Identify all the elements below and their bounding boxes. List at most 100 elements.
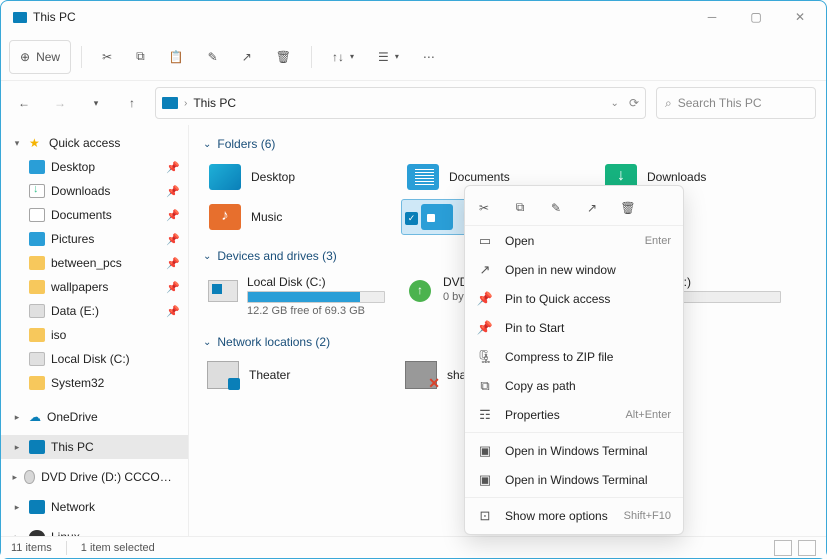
share-icon[interactable]: ↗ — [583, 199, 601, 217]
pin-icon: 📌 — [166, 305, 180, 318]
copy-button[interactable]: ⧉ — [126, 40, 155, 74]
label: Quick access — [49, 136, 120, 150]
pin-icon: 📌 — [166, 257, 180, 270]
delete-icon[interactable]: 🗑 — [619, 199, 637, 217]
sidebar-item-local-disk[interactable]: Local Disk (C:) — [1, 347, 188, 371]
sidebar-network[interactable]: ▸Network — [1, 495, 188, 519]
menu-copy-path[interactable]: ⧉Copy as path — [465, 371, 683, 400]
netloc-theater[interactable]: Theater — [203, 357, 389, 393]
forward-button[interactable]: → — [47, 90, 73, 116]
maximize-button[interactable]: ▢ — [734, 2, 778, 32]
folder-icon — [29, 256, 45, 270]
tab-label: This PC — [33, 10, 76, 24]
sidebar-item-desktop[interactable]: Desktop📌 — [1, 155, 188, 179]
sidebar-item-data-e[interactable]: Data (E:)📌 — [1, 299, 188, 323]
external-icon: ↗ — [477, 262, 493, 278]
refresh-button[interactable]: ⟳ — [629, 96, 639, 110]
music-icon — [209, 204, 241, 230]
rename-button[interactable]: ✎ — [198, 40, 228, 74]
star-icon: ★ — [29, 136, 43, 150]
address-bar[interactable]: › This PC ⌄ ⟳ — [155, 87, 646, 119]
menu-open-new-window[interactable]: ↗Open in new window — [465, 255, 683, 284]
plus-icon: ⊕ — [20, 50, 30, 64]
sidebar-quick-access[interactable]: ▾ ★ Quick access — [1, 131, 188, 155]
pin-icon: 📌 — [166, 161, 180, 174]
menu-more-options[interactable]: ⊡Show more optionsShift+F10 — [465, 501, 683, 530]
toolbar: ⊕ New ✂ ⧉ 📋 ✎ ↗ 🗑 ↑↓▾ ☰▾ ⋯ — [1, 33, 826, 81]
sidebar-item-wallpapers[interactable]: wallpapers📌 — [1, 275, 188, 299]
menu-pin-start[interactable]: 📌Pin to Start — [465, 313, 683, 342]
sidebar-item-downloads[interactable]: Downloads📌 — [1, 179, 188, 203]
chevron-right-icon: › — [184, 98, 187, 109]
desktop-icon — [29, 160, 45, 174]
paste-button[interactable]: 📋 — [159, 40, 194, 74]
cut-icon: ✂ — [102, 50, 112, 64]
menu-compress-zip[interactable]: 🗜Compress to ZIP file — [465, 342, 683, 371]
open-icon: ▭ — [477, 233, 493, 249]
folder-music[interactable]: Music — [203, 199, 389, 235]
minimize-button[interactable]: ─ — [690, 2, 734, 32]
chevron-right-icon[interactable]: ▸ — [11, 472, 18, 483]
new-button[interactable]: ⊕ New — [9, 40, 71, 74]
chevron-down-icon: ⌄ — [203, 139, 211, 150]
pin-icon: 📌 — [166, 281, 180, 294]
chevron-down-icon[interactable]: ▾ — [11, 138, 23, 149]
close-button[interactable]: ✕ — [778, 2, 822, 32]
drive-icon — [29, 352, 45, 366]
rename-icon: ✎ — [208, 50, 218, 64]
sidebar-item-iso[interactable]: iso — [1, 323, 188, 347]
capacity-bar — [247, 291, 385, 303]
delete-button[interactable]: 🗑 — [266, 40, 301, 74]
menu-properties[interactable]: ☶PropertiesAlt+Enter — [465, 400, 683, 429]
dvd-icon — [409, 280, 431, 302]
window-tab[interactable]: This PC — [5, 6, 84, 28]
sort-button[interactable]: ↑↓▾ — [322, 40, 364, 74]
chevron-down-icon: ⌄ — [203, 337, 211, 348]
drive-local-c[interactable]: Local Disk (C:) 12.2 GB free of 69.3 GB — [203, 271, 389, 321]
more-button[interactable]: ⋯ — [413, 40, 445, 74]
checkbox-icon[interactable]: ✓ — [405, 212, 418, 225]
cut-button[interactable]: ✂ — [92, 40, 122, 74]
more-options-icon: ⊡ — [477, 508, 493, 524]
share-button[interactable]: ↗ — [232, 40, 262, 74]
chevron-down-icon[interactable]: ⌄ — [611, 98, 619, 109]
icons-view-button[interactable] — [798, 540, 816, 556]
sidebar-item-between-pcs[interactable]: between_pcs📌 — [1, 251, 188, 275]
copy-path-icon: ⧉ — [477, 378, 493, 394]
chevron-right-icon[interactable]: ▸ — [11, 412, 23, 423]
sidebar-item-system32[interactable]: System32 — [1, 371, 188, 395]
statusbar: 11 items 1 item selected — [1, 536, 826, 558]
view-button[interactable]: ☰▾ — [368, 40, 409, 74]
up-button[interactable]: ↑ — [119, 90, 145, 116]
sidebar-dvd[interactable]: ▸DVD Drive (D:) CCCOMA_X64FRE_EN-U — [1, 465, 188, 489]
pictures-icon — [421, 204, 453, 230]
rename-icon[interactable]: ✎ — [547, 199, 565, 217]
back-button[interactable]: ← — [11, 90, 37, 116]
menu-open[interactable]: ▭OpenEnter — [465, 226, 683, 255]
search-icon: ⌕ — [665, 96, 672, 111]
pc-icon — [162, 97, 178, 109]
copy-icon[interactable]: ⧉ — [511, 199, 529, 217]
address-location: This PC — [193, 96, 236, 110]
cut-icon[interactable]: ✂ — [475, 199, 493, 217]
recent-button[interactable]: ▾ — [83, 90, 109, 116]
chevron-right-icon[interactable]: ▸ — [11, 502, 23, 513]
sidebar-thispc[interactable]: ▸This PC — [1, 435, 188, 459]
menu-terminal-2[interactable]: ▣Open in Windows Terminal — [465, 465, 683, 494]
sidebar-item-documents[interactable]: Documents📌 — [1, 203, 188, 227]
network-share-icon — [207, 361, 239, 389]
pin-icon: 📌 — [477, 320, 493, 336]
pin-icon: 📌 — [477, 291, 493, 307]
properties-icon: ☶ — [477, 407, 493, 423]
section-folders[interactable]: ⌄Folders (6) — [203, 133, 812, 159]
menu-pin-quick-access[interactable]: 📌Pin to Quick access — [465, 284, 683, 313]
sidebar-onedrive[interactable]: ▸☁OneDrive — [1, 405, 188, 429]
sidebar-item-pictures[interactable]: Pictures📌 — [1, 227, 188, 251]
folder-desktop[interactable]: Desktop — [203, 159, 389, 195]
search-input[interactable]: ⌕ Search This PC — [656, 87, 816, 119]
ellipsis-icon: ⋯ — [423, 50, 435, 64]
details-view-button[interactable] — [774, 540, 792, 556]
chevron-right-icon[interactable]: ▸ — [11, 442, 23, 453]
menu-terminal-1[interactable]: ▣Open in Windows Terminal — [465, 436, 683, 465]
pin-icon: 📌 — [166, 233, 180, 246]
